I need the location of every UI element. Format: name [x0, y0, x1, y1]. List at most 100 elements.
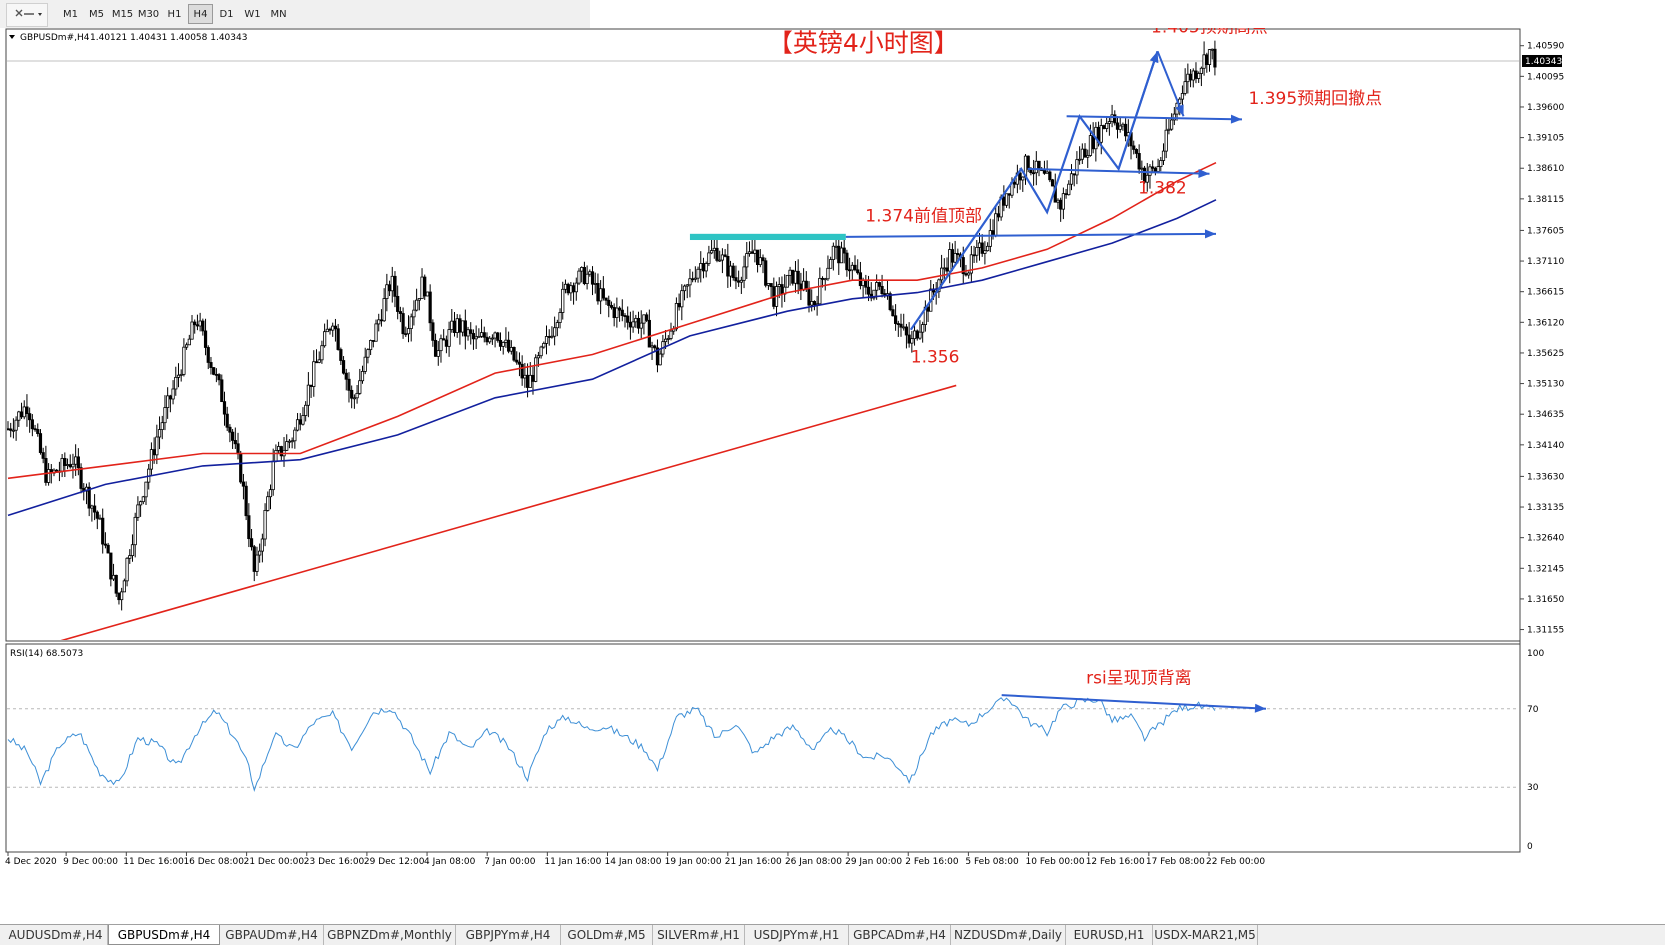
chart-header: GBPUSDm#,H4 1.40121 1.40431 1.40058 1.40… — [9, 33, 247, 43]
candle — [534, 354, 538, 383]
candle — [425, 291, 430, 297]
time-tick-label: 2 Feb 16:00 — [905, 857, 959, 867]
timeframe-m5[interactable]: M5 — [84, 4, 109, 24]
chart-canvas[interactable]: 1.40590 1.40095 1.39600 1.39105 1.38610 1.381… — [0, 18, 1665, 924]
candle — [1050, 178, 1055, 187]
chart-tab[interactable]: EURUSD,H1 — [1066, 925, 1153, 945]
price-tick-label: 1.33135 — [1527, 503, 1564, 513]
candle — [1102, 124, 1106, 130]
price-tick-label: 1.36615 — [1527, 288, 1564, 298]
rsi-level-label: 30 — [1527, 783, 1539, 793]
candle — [239, 450, 243, 484]
price-tick-label: 1.39600 — [1527, 103, 1564, 113]
time-tick-label: 14 Jan 08:00 — [605, 857, 662, 867]
timeframe-d1[interactable]: D1 — [214, 4, 239, 24]
timeframe-w1[interactable]: W1 — [240, 4, 265, 24]
rsi-level-label: 100 — [1527, 649, 1544, 659]
candle — [791, 269, 795, 286]
current-price-label: 1.40343 — [1525, 57, 1562, 67]
timeframe-m1[interactable]: M1 — [58, 4, 83, 24]
price-tick-label: 1.38115 — [1527, 195, 1564, 205]
candle — [122, 578, 126, 593]
price-tick-label: 1.34140 — [1527, 441, 1564, 451]
price-tick-label: 1.39105 — [1527, 134, 1564, 144]
chart-annotation: 1.374前值顶部 — [865, 206, 982, 226]
chart-tab[interactable]: AUDUSDm#,H4 — [4, 925, 108, 945]
rsi-divergence-annotation: rsi呈现顶背离 — [1086, 668, 1192, 688]
candle — [785, 274, 789, 288]
chart-tools-dropdown[interactable] — [6, 3, 48, 27]
price-tick-label: 1.32640 — [1527, 534, 1564, 544]
price-tick-label: 1.38610 — [1527, 164, 1564, 174]
price-tick-label: 1.32145 — [1527, 564, 1564, 574]
chart-window[interactable]: 1.40590 1.40095 1.39600 1.39105 1.38610 1.381… — [0, 18, 1665, 938]
time-tick-label: 21 Jan 16:00 — [725, 857, 782, 867]
time-tick-label: 16 Dec 08:00 — [183, 857, 244, 867]
rsi-level-label: 0 — [1527, 842, 1533, 852]
time-tick-label: 7 Jan 00:00 — [484, 857, 536, 867]
time-tick-label: 5 Feb 08:00 — [965, 857, 1019, 867]
rsi-level-label: 70 — [1527, 705, 1539, 715]
candle — [423, 274, 427, 300]
time-tick-label: 4 Jan 08:00 — [424, 857, 476, 867]
chart-tab[interactable]: SILVERm#,H1 — [653, 925, 745, 945]
chart-annotation: 1.405预期高点 — [1151, 28, 1268, 38]
timeframe-m30[interactable]: M30 — [136, 4, 161, 24]
chart-tab[interactable]: GBPAUDm#,H4 — [220, 925, 324, 945]
price-tick-label: 1.34635 — [1527, 410, 1564, 420]
time-tick-label: 4 Dec 2020 — [5, 857, 57, 867]
chart-tab[interactable]: USDJPYm#,H1 — [745, 925, 849, 945]
chart-annotation: 1.382 — [1138, 179, 1187, 199]
time-tick-label: 22 Feb 00:00 — [1206, 857, 1265, 867]
rsi-label: RSI(14) 68.5073 — [10, 649, 83, 659]
timeframe-h4[interactable]: H4 — [188, 4, 213, 24]
chart-tab[interactable]: NZDUSDm#,Daily — [951, 925, 1066, 945]
chart-tab[interactable]: GOLDm#,M5 — [561, 925, 653, 945]
time-tick-label: 21 Dec 00:00 — [244, 857, 305, 867]
chart-tab[interactable]: GBPNZDm#,Monthly — [324, 925, 456, 945]
time-tick-label: 19 Jan 00:00 — [665, 857, 722, 867]
chart-annotation: 1.395预期回撤点 — [1248, 89, 1382, 109]
time-tick-label: 9 Dec 00:00 — [63, 857, 118, 867]
chart-tab[interactable]: GBPCADm#,H4 — [849, 925, 951, 945]
candle — [512, 346, 516, 362]
chart-annotation: 1.356 — [911, 348, 960, 368]
time-tick-label: 11 Dec 16:00 — [123, 857, 184, 867]
price-tick-label: 1.37110 — [1527, 257, 1564, 267]
chart-annotation: 【英镑4小时图】 — [768, 28, 959, 57]
time-tick-label: 26 Jan 08:00 — [785, 857, 842, 867]
chart-tab[interactable]: GBPJPYm#,H4 — [456, 925, 561, 945]
price-tick-label: 1.35625 — [1527, 349, 1564, 359]
time-tick-label: 12 Feb 16:00 — [1086, 857, 1145, 867]
time-tick-label: 11 Jan 16:00 — [544, 857, 601, 867]
resistance-zone — [689, 233, 846, 241]
time-tick-label: 10 Feb 00:00 — [1026, 857, 1085, 867]
time-tick-label: 29 Dec 12:00 — [364, 857, 425, 867]
crosshair-tool-icon — [15, 9, 42, 17]
current-price-tag: 1.40343 — [1522, 54, 1562, 67]
chart-tab-bar: AUDUSDm#,H4 GBPUSDm#,H4 GBPAUDm#,H4 GBPNZDm… — [0, 924, 1665, 945]
chart-tab[interactable]: GBPUSDm#,H4 — [108, 925, 220, 945]
candle — [212, 367, 216, 376]
price-tick-label: 1.40095 — [1527, 72, 1564, 82]
price-tick-label: 1.36120 — [1527, 318, 1564, 328]
price-tick-label: 1.33630 — [1527, 472, 1564, 482]
time-tick-label: 17 Feb 08:00 — [1146, 857, 1205, 867]
price-tick-label: 1.31650 — [1527, 595, 1564, 605]
timeframe-mn[interactable]: MN — [266, 4, 291, 24]
price-tick-label: 1.40590 — [1527, 42, 1564, 52]
timeframe-toolbar: M1 M5 M15 M30 H1 H4 D1 W1 MN — [0, 0, 590, 29]
chart-tab[interactable]: USDX-MAR21,M5 — [1153, 925, 1258, 945]
price-tick-label: 1.35130 — [1527, 380, 1564, 390]
timeframe-m15[interactable]: M15 — [110, 4, 135, 24]
timeframe-h1[interactable]: H1 — [162, 4, 187, 24]
time-tick-label: 29 Jan 00:00 — [845, 857, 902, 867]
ohlc-values: 1.40121 1.40431 1.40058 1.40343 — [90, 33, 247, 43]
candle — [764, 257, 768, 288]
time-tick-label: 23 Dec 16:00 — [304, 857, 365, 867]
price-tick-label: 1.37605 — [1527, 226, 1564, 236]
symbol-timeframe-label: GBPUSDm#,H4 — [20, 33, 90, 43]
candle — [79, 463, 83, 494]
price-tick-label: 1.31155 — [1527, 626, 1564, 636]
candle — [244, 481, 248, 521]
